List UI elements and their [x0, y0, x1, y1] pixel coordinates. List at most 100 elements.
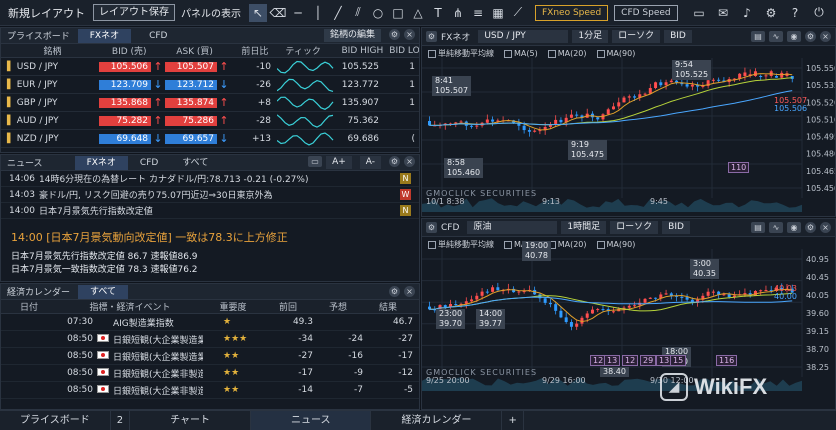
bid-price[interactable]: 105.506 [99, 61, 151, 72]
font-up-button[interactable]: A+ [326, 156, 352, 169]
fx-candle-select[interactable]: ローソク [612, 30, 661, 43]
text-icon[interactable]: T [429, 4, 447, 22]
horizontal-line-icon[interactable]: ─ [289, 4, 307, 22]
ask-price[interactable]: 105.507 [165, 61, 217, 72]
close-icon[interactable]: × [820, 31, 831, 42]
cfd-symbol-select[interactable]: 原油 [467, 221, 558, 234]
calendar-row[interactable]: 08:50 日銀短観(大企業製造業) ★★ -27 -16 -17 [1, 348, 419, 365]
price-row[interactable]: ▌ AUD / JPY 75.282 ↑ 75.286 ↑ -28 75.362 [1, 112, 419, 130]
settings-icon[interactable]: ⚙ [762, 4, 780, 22]
price-row[interactable]: ▌ USD / JPY 105.506 ↑ 105.507 ↑ -10 105.525 1 [1, 58, 419, 76]
cursor-icon[interactable]: ↖ [249, 3, 267, 22]
tab-cfd[interactable]: CFD [131, 29, 185, 43]
tab-fxneo[interactable]: FXネオ [77, 28, 132, 43]
fx-legend-ma5[interactable]: MA(5) [504, 49, 538, 58]
settings-icon[interactable]: ⚙ [389, 29, 400, 40]
trend-line-icon[interactable]: ╱ [329, 4, 347, 22]
fx-side-select[interactable]: BID [664, 30, 692, 43]
cfd-candle-select[interactable]: ローソク [610, 221, 659, 234]
parallel-line-icon[interactable]: ⫽ [349, 4, 367, 22]
ask-price[interactable]: 69.657 [165, 133, 217, 144]
mail-icon[interactable]: ✉ [714, 4, 732, 22]
cfd-speed-button[interactable]: CFD Speed [614, 4, 678, 21]
bottom-tab-news[interactable]: ニュース [250, 410, 372, 430]
close-icon[interactable]: × [404, 29, 415, 40]
bid-price[interactable]: 69.648 [99, 133, 151, 144]
settings-icon[interactable]: ⚙ [389, 286, 400, 297]
calendar-tab-all[interactable]: すべて [78, 284, 129, 299]
chart-event-tag[interactable]: 110 [728, 162, 750, 173]
chart-settings-icon[interactable]: ⚙ [426, 31, 437, 42]
fibonacci-icon[interactable]: ≡ [469, 4, 487, 22]
rectangle-icon[interactable]: □ [389, 4, 407, 22]
close-icon[interactable]: × [404, 156, 415, 167]
indicator-icon[interactable]: ▤ [751, 31, 765, 42]
calendar-row[interactable]: 08:50 日銀短観(大企業製造業) ★★★ -34 -24 -27 [1, 331, 419, 348]
news-item[interactable]: 14:06 14時6分現在の為替レート カナダドル/円:78.713 -0.21 … [1, 171, 419, 187]
chart-event-tag[interactable]: 12 [622, 355, 639, 366]
ask-price[interactable]: 75.286 [165, 115, 217, 126]
chart-event-tag[interactable]: 29 [640, 355, 657, 366]
help-icon[interactable]: ? [786, 4, 804, 22]
edit-symbols-button[interactable]: 銘柄の編集 [323, 29, 381, 42]
ask-price[interactable]: 123.712 [165, 79, 217, 90]
fx-pair-select[interactable]: USD / JPY [478, 30, 569, 43]
bell-icon[interactable]: ♪ [738, 4, 756, 22]
cfd-legend-ma90[interactable]: MA(90) [596, 240, 635, 249]
bottom-tab-chart[interactable]: チャート [130, 410, 251, 430]
chart-settings-icon[interactable]: ⚙ [426, 222, 437, 233]
save-layout-button[interactable]: レイアウト保存 [93, 4, 175, 21]
news-tab-cfd[interactable]: CFD [128, 156, 170, 170]
wave-icon[interactable]: ∿ [769, 31, 783, 42]
bid-price[interactable]: 123.709 [99, 79, 151, 90]
bid-price[interactable]: 135.868 [99, 97, 151, 108]
close-icon[interactable]: × [404, 286, 415, 297]
news-item[interactable]: 14:03 豪ドル/円, リスク回避の売り75.07円近辺⇒30日東京外為 W [1, 187, 419, 203]
chart-event-tag[interactable]: 15 [670, 355, 687, 366]
news-tab-all[interactable]: すべて [170, 156, 220, 170]
window-icon[interactable]: ▭ [690, 4, 708, 22]
circle-icon[interactable]: ○ [369, 4, 387, 22]
vertical-line-icon[interactable]: │ [309, 4, 327, 22]
price-row[interactable]: ▌ NZD / JPY 69.648 ↓ 69.657 ↓ +13 69.686( [1, 130, 419, 148]
news-item[interactable]: 14:00 日本7月景気先行指数改定値 N [1, 203, 419, 219]
calendar-row[interactable]: 08:50 日銀短観(大企業非製造業) ★★ -17 -9 -12 [1, 365, 419, 382]
fx-legend-ma20[interactable]: MA(20) [547, 49, 587, 58]
triangle-icon[interactable]: △ [409, 4, 427, 22]
power-icon[interactable]: ⏻ [810, 4, 828, 22]
close-icon[interactable]: × [820, 222, 831, 233]
fx-candlestick-chart[interactable]: 105.550 105.535 105.520 105.510 105.495 105.4… [422, 58, 836, 216]
cfd-legend-ma20[interactable]: MA(20) [547, 240, 587, 249]
fxneo-speed-button[interactable]: FXneo Speed [535, 4, 609, 21]
calendar-row[interactable]: 07:30 AIG製造業指数 ★ 49.3 46.7 [1, 314, 419, 331]
fx-legend-ma90[interactable]: MA(90) [596, 49, 635, 58]
panel-display-menu[interactable]: パネルの表示 [181, 5, 241, 20]
bottom-tab-priceboard[interactable]: プライスボード [0, 410, 111, 430]
settings-icon[interactable]: ⚙ [389, 156, 400, 167]
settings-icon[interactable]: ⚙ [805, 31, 816, 42]
cfd-interval-select[interactable]: 1時間足 [561, 221, 607, 234]
pitchfork-icon[interactable]: ⋔ [449, 4, 467, 22]
price-row[interactable]: ▌ EUR / JPY 123.709 ↓ 123.712 ↓ -26 123.772 1 [1, 76, 419, 94]
layout-icon[interactable]: ▭ [308, 156, 323, 167]
wave-icon[interactable]: ∿ [769, 222, 783, 233]
cfd-side-select[interactable]: BID [662, 221, 690, 234]
news-tab-fxneo[interactable]: FXネオ [74, 155, 128, 170]
fx-interval-select[interactable]: 1分足 [572, 30, 609, 43]
chart-event-tag[interactable]: 116 [716, 355, 738, 366]
camera-icon[interactable]: ◉ [787, 31, 801, 42]
camera-icon[interactable]: ◉ [787, 222, 801, 233]
bottom-tab-calendar[interactable]: 経済カレンダー [371, 410, 503, 430]
grid-icon[interactable]: ▦ [489, 4, 507, 22]
font-down-button[interactable]: A- [359, 156, 381, 169]
settings-icon[interactable]: ⚙ [805, 222, 816, 233]
bid-price[interactable]: 75.282 [99, 115, 151, 126]
chart-event-tag[interactable]: 13 [604, 355, 621, 366]
eraser-icon[interactable]: ⌫ [269, 4, 287, 22]
calendar-row[interactable]: 08:50 日銀短観(大企業非製造業) ★★ -14 -7 -5 [1, 382, 419, 399]
indicator-icon[interactable]: ▤ [751, 222, 765, 233]
fan-icon[interactable]: ⟋ [509, 4, 527, 22]
price-row[interactable]: ▌ GBP / JPY 135.868 ↑ 135.874 ↑ +8 135.907 1 [1, 94, 419, 112]
ask-price[interactable]: 135.874 [165, 97, 217, 108]
add-tab-button[interactable]: + [502, 410, 524, 430]
